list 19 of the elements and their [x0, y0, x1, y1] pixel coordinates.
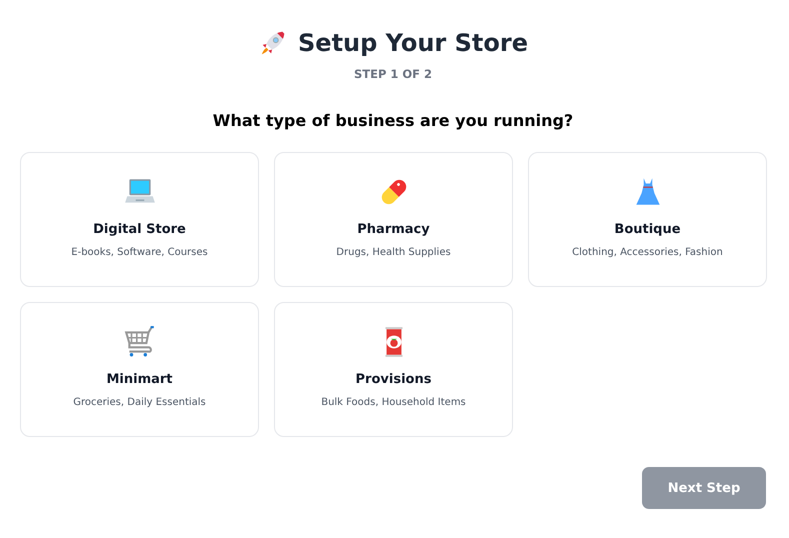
- business-type-name: Pharmacy: [357, 222, 430, 237]
- business-type-name: Provisions: [356, 372, 432, 387]
- business-type-card[interactable]: Minimart Groceries, Daily Essentials: [20, 302, 259, 437]
- business-type-name: Minimart: [106, 372, 173, 387]
- question-heading: What type of business are you running?: [212, 111, 574, 130]
- business-type-description: Bulk Foods, Household Items: [321, 397, 466, 408]
- business-type-card[interactable]: Provisions Bulk Foods, Household Items: [274, 302, 513, 437]
- shopping-cart-icon: [122, 325, 156, 359]
- business-type-description: Clothing, Accessories, Fashion: [572, 247, 723, 258]
- business-type-description: E-books, Software, Courses: [71, 247, 208, 258]
- business-type-card[interactable]: Digital Store E-books, Software, Courses: [20, 152, 259, 287]
- step-indicator: STEP 1 OF 2: [354, 67, 432, 81]
- business-type-name: Digital Store: [93, 222, 186, 237]
- business-type-card[interactable]: Pharmacy Drugs, Health Supplies: [274, 152, 513, 287]
- business-type-card[interactable]: Boutique Clothing, Accessories, Fashion: [528, 152, 767, 287]
- business-type-description: Drugs, Health Supplies: [336, 247, 451, 258]
- business-type-name: Boutique: [614, 222, 681, 237]
- page-title: Setup Your Store: [298, 29, 528, 57]
- business-type-description: Groceries, Daily Essentials: [73, 397, 206, 408]
